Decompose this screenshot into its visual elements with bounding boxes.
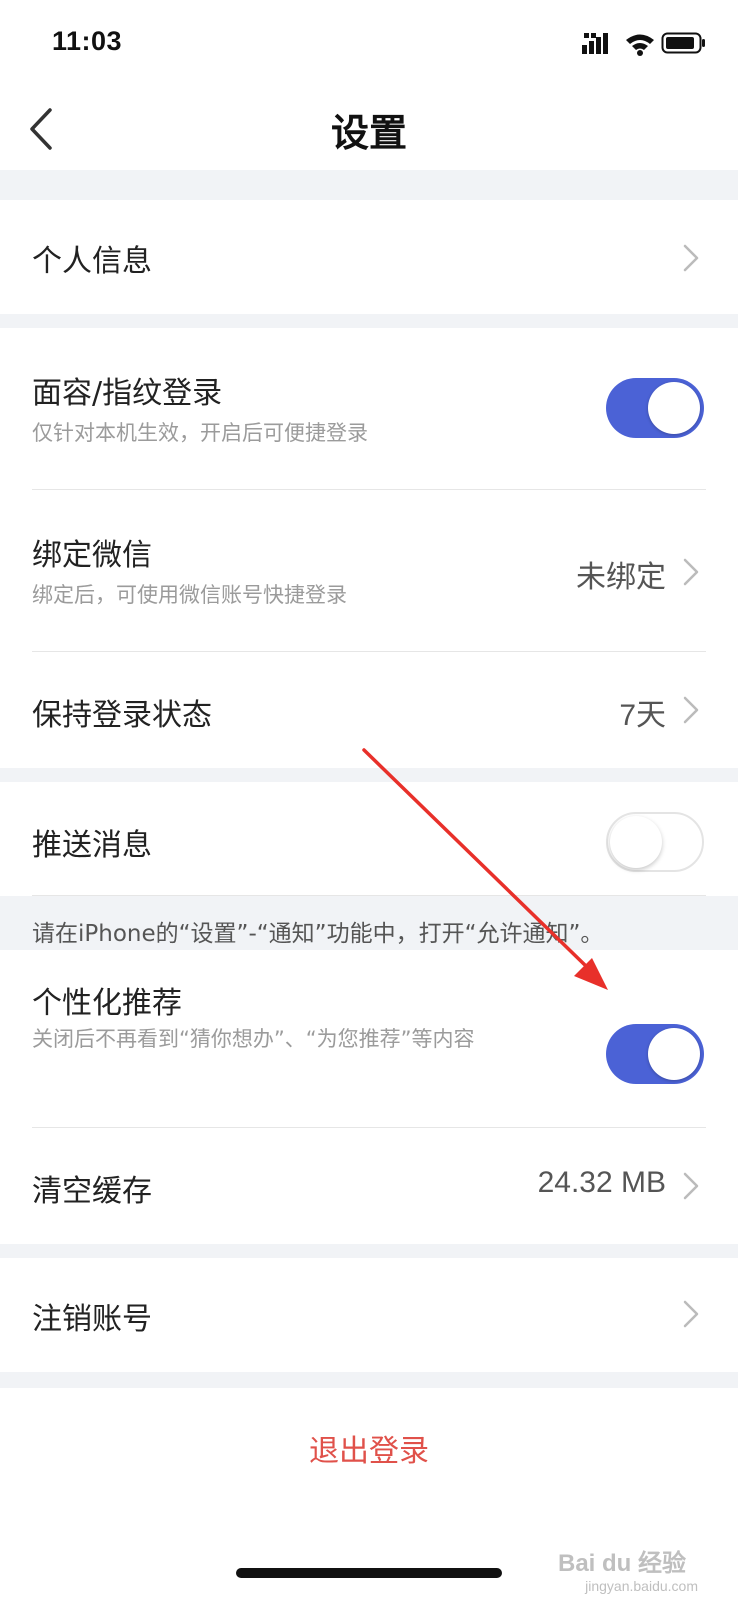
section-gap bbox=[0, 170, 738, 200]
battery-icon bbox=[661, 32, 705, 54]
page-title: 设置 bbox=[330, 111, 407, 155]
chevron-right-icon bbox=[683, 1172, 699, 1200]
chevron-right-icon bbox=[683, 696, 699, 724]
keep-login-row[interactable]: 保持登录状态 7天 bbox=[0, 652, 738, 768]
push-toggle[interactable] bbox=[606, 812, 704, 872]
personal-info-row[interactable]: 个人信息 bbox=[0, 200, 738, 314]
status-icons bbox=[582, 30, 708, 60]
home-indicator bbox=[236, 1568, 502, 1578]
section-gap bbox=[0, 1372, 738, 1388]
watermark: Bai du 经验 bbox=[557, 1550, 686, 1577]
status-bar: 11:03 bbox=[0, 0, 738, 88]
personalized-toggle[interactable] bbox=[606, 1024, 704, 1084]
face-login-toggle[interactable] bbox=[606, 378, 704, 438]
keep-login-title: 保持登录状态 bbox=[32, 698, 212, 733]
wifi-icon bbox=[626, 34, 654, 56]
personalized-title: 个性化推荐 bbox=[32, 986, 182, 1021]
face-login-row: 面容/指纹登录 仅针对本机生效，开启后可便捷登录 bbox=[0, 328, 738, 490]
deactivate-account-title: 注销账号 bbox=[32, 1302, 152, 1337]
personal-info-title: 个人信息 bbox=[32, 244, 152, 279]
keep-login-value: 7天 bbox=[619, 699, 666, 732]
push-title: 推送消息 bbox=[32, 828, 152, 863]
bind-wechat-title: 绑定微信 bbox=[32, 538, 152, 573]
face-login-title: 面容/指纹登录 bbox=[32, 376, 223, 411]
push-notice: 请在iPhone的“设置”-“通知”功能中，打开“允许通知”。 bbox=[0, 896, 738, 950]
section-gap bbox=[0, 314, 738, 328]
personalized-subtitle: 关闭后不再看到“猜你想办”、“为您推荐”等内容 bbox=[32, 1027, 475, 1051]
chevron-right-icon bbox=[683, 1300, 699, 1328]
toggle-knob bbox=[648, 1028, 700, 1080]
section-gap bbox=[0, 1244, 738, 1258]
clear-cache-value: 24.32 MB bbox=[537, 1166, 666, 1199]
logout-button[interactable]: 退出登录 bbox=[0, 1426, 738, 1470]
bind-wechat-row[interactable]: 绑定微信 绑定后，可使用微信账号快捷登录 未绑定 bbox=[0, 490, 738, 652]
toggle-knob bbox=[648, 382, 700, 434]
deactivate-account-row[interactable]: 注销账号 bbox=[0, 1258, 738, 1372]
chevron-right-icon bbox=[683, 558, 699, 586]
chevron-right-icon bbox=[683, 244, 699, 272]
bind-wechat-value: 未绑定 bbox=[576, 561, 666, 594]
bind-wechat-subtitle: 绑定后，可使用微信账号快捷登录 bbox=[32, 583, 347, 607]
toggle-knob bbox=[610, 816, 662, 868]
personalized-row: 个性化推荐 关闭后不再看到“猜你想办”、“为您推荐”等内容 bbox=[0, 950, 738, 1128]
push-row: 推送消息 bbox=[0, 782, 738, 896]
clear-cache-row[interactable]: 清空缓存 24.32 MB bbox=[0, 1128, 738, 1244]
face-login-subtitle: 仅针对本机生效，开启后可便捷登录 bbox=[32, 421, 368, 445]
push-notice-text: 请在iPhone的“设置”-“通知”功能中，打开“允许通知”。 bbox=[32, 921, 604, 947]
clear-cache-title: 清空缓存 bbox=[32, 1174, 152, 1209]
status-time: 11:03 bbox=[52, 26, 123, 56]
nav-bar: 设置 bbox=[0, 88, 738, 170]
signal-icon bbox=[582, 33, 608, 54]
watermark-sub: jingyan.baidu.com bbox=[585, 1578, 698, 1594]
section-gap bbox=[0, 768, 738, 782]
